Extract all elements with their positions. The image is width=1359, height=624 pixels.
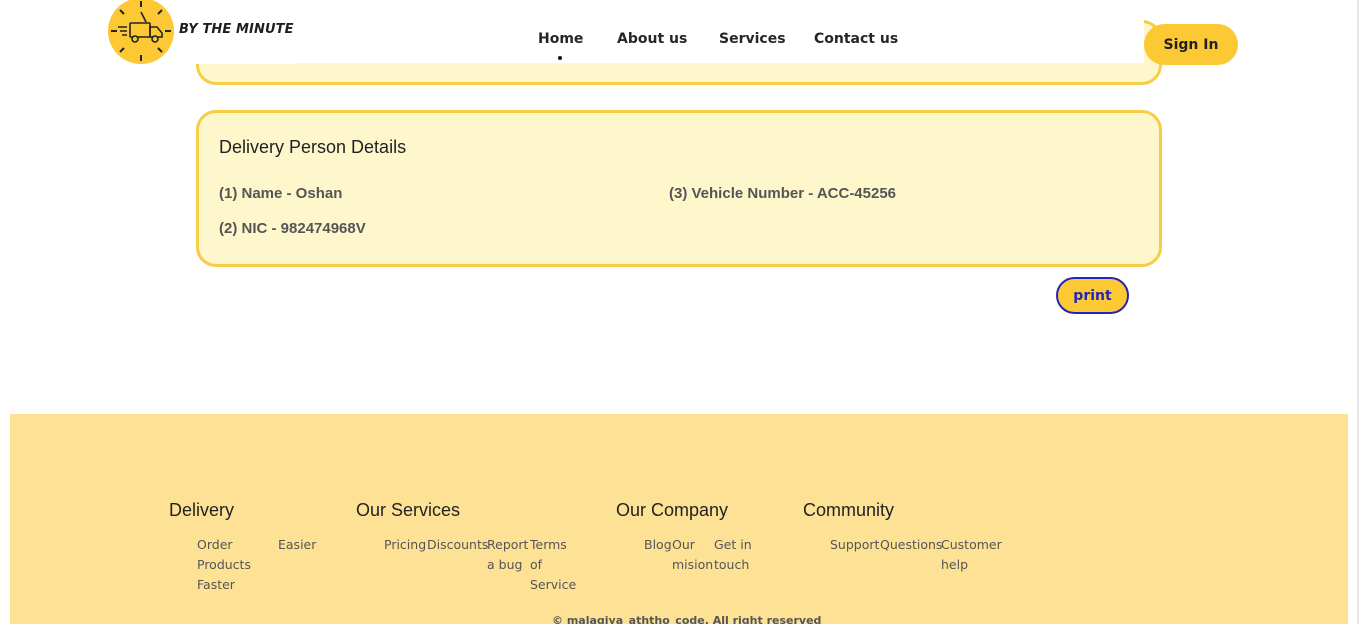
footer-heading-company: Our Company: [616, 500, 729, 520]
nav-services[interactable]: Services: [719, 31, 786, 47]
footer-link-blog[interactable]: Blog: [644, 535, 672, 555]
footer-heading-delivery: Delivery: [169, 500, 235, 520]
sign-in-button[interactable]: Sign In: [1144, 24, 1238, 65]
footer-heading-services: Our Services: [356, 500, 461, 520]
footer-link-terms[interactable]: Terms of Service: [530, 535, 578, 595]
print-button[interactable]: print: [1056, 277, 1129, 314]
footer-link-easier[interactable]: Easier: [278, 535, 316, 555]
footer-link-get-in-touch[interactable]: Get in touch: [714, 535, 756, 575]
nav-home[interactable]: Home: [538, 31, 583, 47]
active-nav-indicator: [558, 56, 562, 60]
footer-link-support[interactable]: Support: [830, 535, 879, 555]
footer-link-report-bug[interactable]: Report a bug: [487, 535, 531, 575]
copyright-text: © malagiya_aththo_code. All right reserv…: [552, 614, 822, 624]
footer-link-questions[interactable]: Questions: [880, 535, 942, 555]
footer-link-discounts[interactable]: Discounts: [427, 535, 488, 555]
footer-link-order-products[interactable]: Order Products Faster: [197, 535, 261, 595]
card-title: Delivery Person Details: [219, 137, 407, 157]
brand-name: BY THE MINUTE: [179, 22, 294, 37]
clock-truck-icon: [108, 0, 174, 64]
footer-link-pricing[interactable]: Pricing: [384, 535, 426, 555]
footer-heading-community: Community: [803, 500, 895, 520]
footer: Delivery Order Products Faster Easier Ou…: [10, 414, 1348, 624]
brand-logo[interactable]: BY THE MINUTE: [108, 0, 298, 64]
nav-about[interactable]: About us: [617, 31, 687, 47]
footer-link-our-mision[interactable]: Our mision: [672, 535, 716, 575]
footer-link-customer-help[interactable]: Customer help: [941, 535, 1005, 575]
delivery-person-nic: (2) NIC - 982474968V: [219, 220, 366, 237]
vehicle-number: (3) Vehicle Number - ACC-45256: [669, 185, 897, 202]
header-backdrop: [292, 0, 1144, 63]
delivery-person-name: (1) Name - Oshan: [219, 185, 343, 202]
delivery-person-card: Delivery Person Details (1) Name - Oshan…: [196, 110, 1162, 267]
nav-contact[interactable]: Contact us: [814, 31, 898, 47]
